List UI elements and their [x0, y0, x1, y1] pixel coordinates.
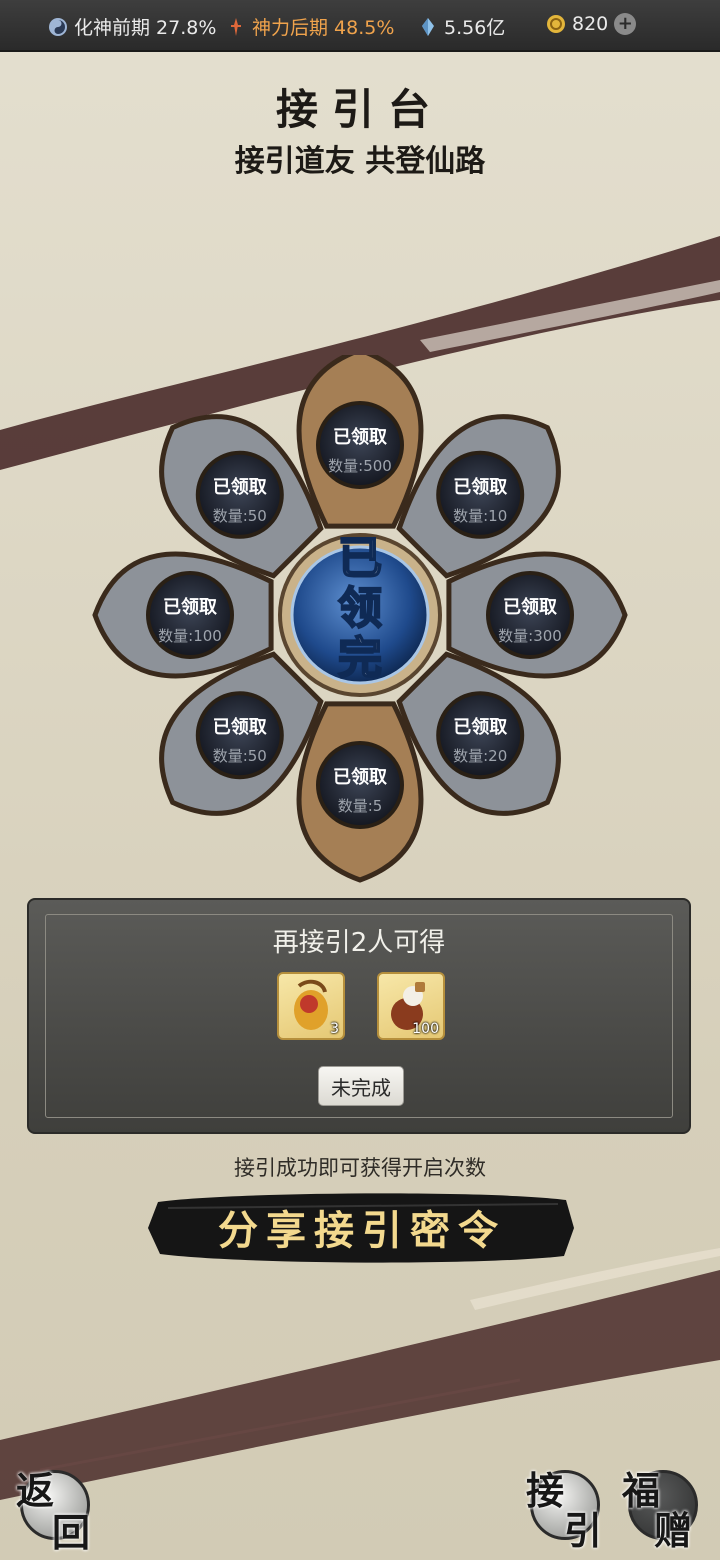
slot-quantity: 数量:10	[453, 507, 507, 525]
reward-item-elixir-gourd[interactable]: 100	[377, 972, 445, 1040]
page-subtitle: 接引道友 共登仙路	[234, 144, 486, 179]
back-char-2: 回	[52, 1510, 91, 1555]
reward-slot[interactable]: 已领取数量:300	[486, 571, 574, 659]
crystal-icon	[418, 17, 438, 37]
gift-tab-button[interactable]: 福 赠	[614, 1460, 710, 1556]
slot-quantity: 数量:300	[498, 627, 562, 645]
invite-task-panel: 再接引2人可得 3 100 未完成	[27, 898, 691, 1134]
reward-item-treasure-bag[interactable]: 3	[277, 972, 345, 1040]
reward-slot[interactable]: 已领取数量:20	[436, 691, 525, 780]
slot-claimed-label: 已领取	[333, 426, 388, 448]
back-button[interactable]: 返 回	[6, 1460, 102, 1556]
slot-claimed-label: 已领取	[333, 766, 388, 788]
slot-claimed-label: 已领取	[163, 596, 218, 618]
invite-char-1: 接	[526, 1468, 565, 1513]
center-label-1: 已	[338, 533, 382, 584]
top-status-bar: 化神前期 27.8% 神力后期 48.5% 5.56亿 820 +	[0, 0, 720, 52]
slot-claimed-label: 已领取	[503, 596, 558, 618]
reward-slot[interactable]: 已领取数量:100	[146, 571, 234, 659]
center-label-2: 领	[338, 583, 382, 634]
slot-claimed-label: 已领取	[453, 476, 508, 498]
invite-char-2: 引	[564, 1508, 603, 1553]
reward-wheel: 已领取数量:500已领取数量:10已领取数量:300已领取数量:20已领取数量:…	[92, 355, 628, 883]
power-stat: 神力后期 48.5%	[226, 13, 394, 40]
gold-coin-icon	[546, 14, 566, 34]
slot-quantity: 数量:50	[213, 507, 267, 525]
power-value: 神力后期 48.5%	[252, 17, 395, 39]
slot-quantity: 数量:100	[158, 627, 222, 645]
slot-claimed-label: 已领取	[213, 716, 268, 738]
slot-quantity: 数量:20	[453, 747, 507, 765]
reward-count: 100	[412, 1021, 439, 1037]
slot-quantity: 数量:50	[213, 747, 267, 765]
back-char-1: 返	[16, 1468, 55, 1513]
reward-slot[interactable]: 已领取数量:50	[195, 450, 284, 539]
invite-hint: 接引成功即可获得开启次数	[234, 1156, 486, 1180]
share-button-label: 分享接引密令	[218, 1207, 506, 1254]
center-orb: 已 领 完	[278, 532, 442, 697]
spirit-stat: 5.56亿	[418, 13, 505, 40]
reward-slot[interactable]: 已领取数量:5	[316, 741, 404, 829]
slot-quantity: 数量:5	[338, 797, 383, 815]
reward-count: 3	[330, 1021, 339, 1037]
realm-stat: 化神前期 27.8%	[48, 13, 216, 40]
flame-sword-icon	[226, 17, 246, 37]
gold-value: 820	[572, 13, 609, 35]
realm-orb-icon	[48, 17, 68, 37]
gift-char-2: 赠	[654, 1508, 693, 1553]
task-title: 再接引2人可得	[272, 928, 446, 958]
reward-slot[interactable]: 已领取数量:50	[195, 691, 284, 780]
add-gold-button[interactable]: +	[614, 13, 637, 35]
reward-slot[interactable]: 已领取数量:10	[436, 450, 525, 539]
page-title: 接引台	[275, 85, 444, 134]
reward-slot[interactable]: 已领取数量:500	[316, 401, 404, 489]
center-label-3: 完	[338, 633, 382, 684]
gold-stat: 820 +	[546, 13, 637, 35]
task-status-button[interactable]: 未完成	[318, 1066, 404, 1106]
slot-claimed-label: 已领取	[213, 476, 268, 498]
slot-quantity: 数量:500	[328, 457, 392, 475]
share-invite-code-button[interactable]: 分享接引密令	[148, 1188, 576, 1266]
invite-tab-button[interactable]: 接 引	[516, 1460, 612, 1556]
spirit-value: 5.56亿	[444, 17, 506, 39]
realm-value: 化神前期 27.8%	[74, 17, 217, 39]
slot-claimed-label: 已领取	[453, 716, 508, 738]
